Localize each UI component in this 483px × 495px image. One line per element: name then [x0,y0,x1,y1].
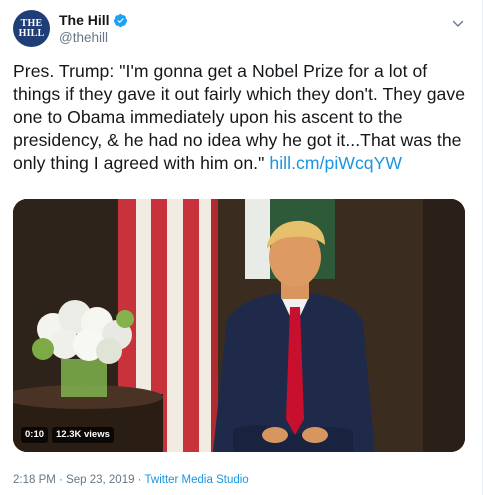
tweet-card: THE HILL The Hill @thehill Pres. Trump: … [0,0,483,495]
tweet-header: THE HILL The Hill @thehill [13,10,468,47]
tweet-source[interactable]: Twitter Media Studio [145,474,249,486]
tweet-text: Pres. Trump: "I'm gonna get a Nobel Priz… [13,60,473,175]
video-views-badge: 12.3K views [52,427,114,443]
video-overlay: 0:10 12.3K views [21,427,114,443]
video-time-badge: 0:10 [21,427,49,443]
author-handle[interactable]: @thehill [59,30,108,45]
author-name[interactable]: The Hill [59,12,110,28]
tweet-time[interactable]: 2:18 PM [13,474,56,486]
tweet-date[interactable]: Sep 23, 2019 [66,474,134,486]
avatar[interactable]: THE HILL [13,10,50,47]
meta-separator: · [134,474,145,486]
tweet-link[interactable]: hill.cm/piWcqYW [269,153,402,173]
avatar-logo-text-bottom: HILL [18,27,45,39]
tweet-meta: 2:18 PM · Sep 23, 2019 · Twitter Media S… [13,474,249,486]
author-name-row[interactable]: The Hill [59,12,128,28]
chevron-down-icon[interactable] [452,18,464,30]
video-frame-illustration [13,199,465,452]
video-player[interactable]: 0:10 12.3K views [13,199,465,452]
meta-separator: · [55,474,67,486]
verified-badge-icon [113,13,127,27]
avatar-logo-text-top: THE [20,17,43,29]
